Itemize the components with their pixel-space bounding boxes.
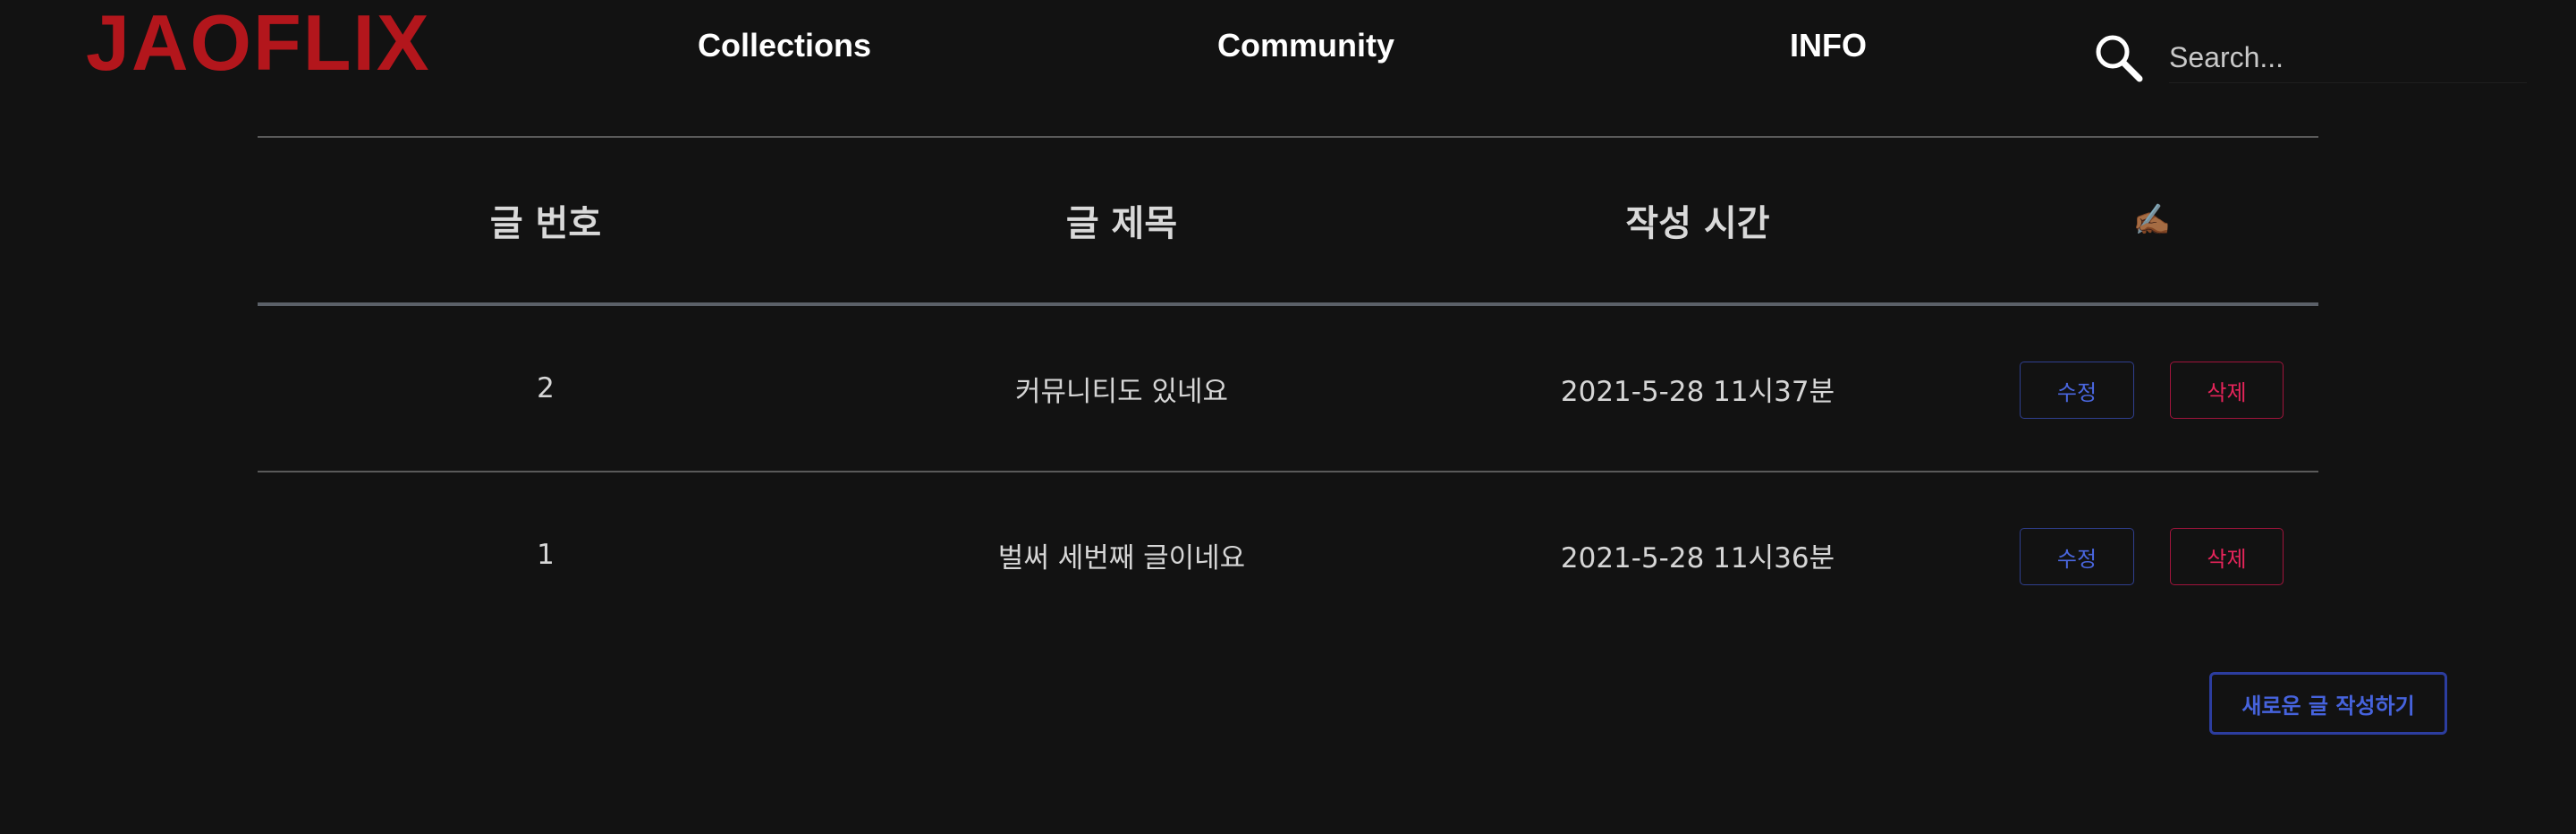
page: JAOFLIX Collections Community INFO 글 번호 … <box>0 0 2576 834</box>
delete-button[interactable]: 삭제 <box>2170 362 2284 419</box>
edit-button[interactable]: 수정 <box>2020 362 2134 419</box>
column-header-label: 글 번호 <box>489 203 602 244</box>
delete-button[interactable]: 삭제 <box>2170 528 2284 585</box>
edit-button[interactable]: 수정 <box>2020 528 2134 585</box>
search-input[interactable] <box>2169 32 2527 83</box>
nav-info[interactable]: INFO <box>1788 23 1868 68</box>
row-1-actions: 수정 삭제 <box>0 306 2576 471</box>
row-2-actions: 수정 삭제 <box>0 472 2576 637</box>
search-icon[interactable] <box>2093 32 2145 84</box>
search-bar <box>2093 27 2527 89</box>
new-post-button[interactable]: 새로운 글 작성하기 <box>2209 672 2447 735</box>
column-header-label: 작성 시간 <box>1625 203 1770 244</box>
column-header-label: 글 제목 <box>1065 203 1178 244</box>
table-header-row: 글 번호 글 제목 작성 시간 ✍🏾 <box>258 138 2318 302</box>
column-header-time: 작성 시간 <box>1410 138 1986 302</box>
writing-hand-icon: ✍🏾 <box>2132 202 2172 238</box>
column-header-number: 글 번호 <box>258 138 834 302</box>
nav-collections[interactable]: Collections <box>697 23 872 68</box>
logo[interactable]: JAOFLIX <box>86 4 431 82</box>
column-header-title: 글 제목 <box>834 138 1410 302</box>
nav-community[interactable]: Community <box>1216 23 1396 68</box>
column-header-actions: ✍🏾 <box>1986 138 2318 302</box>
